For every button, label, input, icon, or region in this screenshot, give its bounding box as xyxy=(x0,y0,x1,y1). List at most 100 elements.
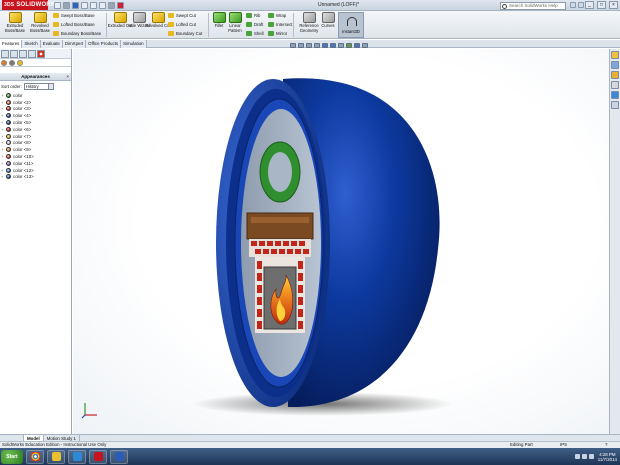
intersect-button[interactable]: Intersect xyxy=(268,21,292,28)
file-explorer-icon[interactable] xyxy=(611,71,619,79)
tab-office-products[interactable]: Office Products xyxy=(86,40,122,48)
appearance-item[interactable]: + color <6> xyxy=(0,126,71,133)
appearance-item[interactable]: + color <13> xyxy=(0,174,71,181)
revolved-boss-button[interactable]: Revolved Boss/Base xyxy=(27,12,53,33)
taskbar-solidworks[interactable] xyxy=(89,449,107,464)
custom-properties-icon[interactable] xyxy=(611,101,619,109)
options-icon[interactable] xyxy=(117,1,124,9)
search-help-input[interactable]: Search SolidWorks Help xyxy=(500,2,566,10)
tab-simulation[interactable]: Simulation xyxy=(121,40,147,48)
coordinate-triad[interactable] xyxy=(81,401,101,419)
taskbar-explorer[interactable] xyxy=(47,449,65,464)
boundary-cut-button[interactable]: Boundary Cut xyxy=(168,30,202,37)
configuration-manager-icon[interactable] xyxy=(19,49,27,58)
graphics-area[interactable] xyxy=(73,49,609,434)
model-scene[interactable] xyxy=(73,49,609,434)
expand-icon[interactable]: + xyxy=(1,134,5,139)
view-settings-icon[interactable] xyxy=(362,43,368,48)
rib-button[interactable]: Rib xyxy=(246,12,260,19)
mirror-button[interactable]: Mirror xyxy=(268,30,287,37)
appearance-item[interactable]: + color <7> xyxy=(0,133,71,140)
edit-appearance-icon[interactable] xyxy=(346,43,352,48)
appearance-item[interactable]: + color <3> xyxy=(0,106,71,113)
appearance-item[interactable]: + color <4> xyxy=(0,112,71,119)
shell-button[interactable]: Shell xyxy=(246,30,264,37)
decals-icon[interactable] xyxy=(9,59,15,66)
display-style-icon[interactable] xyxy=(330,43,336,48)
extruded-boss-button[interactable]: Extruded Boss/Base xyxy=(2,12,28,33)
lofted-boss-button[interactable]: Lofted Boss/Base xyxy=(53,21,95,28)
undo-icon[interactable] xyxy=(90,1,97,9)
appearances-scenes-icon[interactable] xyxy=(611,91,619,99)
expand-icon[interactable]: + xyxy=(1,120,5,125)
hide-show-items-icon[interactable] xyxy=(338,43,344,48)
help-icon[interactable] xyxy=(570,2,576,8)
appearance-item[interactable]: + color <12> xyxy=(0,167,71,174)
display-manager-icon[interactable] xyxy=(37,49,45,58)
design-library-icon[interactable] xyxy=(611,61,619,69)
expand-icon[interactable]: + xyxy=(1,100,5,105)
appearance-item[interactable]: + color xyxy=(0,92,71,99)
feature-tree-icon[interactable] xyxy=(1,49,9,58)
scene-icon[interactable] xyxy=(17,59,23,66)
new-document-icon[interactable] xyxy=(54,1,61,9)
expand-icon[interactable]: + xyxy=(1,140,5,145)
section-view-icon[interactable] xyxy=(314,43,320,48)
wrap-button[interactable]: Wrap xyxy=(268,12,286,19)
tab-dimxpert[interactable]: DimXpert xyxy=(62,40,87,48)
linear-pattern-button[interactable]: Linear Pattern xyxy=(222,12,248,33)
expand-icon[interactable]: + xyxy=(1,168,5,173)
appearances-icon[interactable] xyxy=(1,59,7,66)
select-icon[interactable] xyxy=(99,1,106,9)
open-folder-icon[interactable] xyxy=(63,1,70,9)
volume-icon[interactable] xyxy=(588,454,594,459)
solidworks-resources-icon[interactable] xyxy=(611,51,619,59)
fireplace-mantel[interactable] xyxy=(246,212,314,240)
tab-evaluate[interactable]: Evaluate xyxy=(40,40,63,48)
tray-arrow-icon[interactable] xyxy=(574,454,580,459)
expand-icon[interactable]: + xyxy=(1,174,5,179)
swept-boss-button[interactable]: Swept Boss/Base xyxy=(53,12,95,19)
property-manager-icon[interactable] xyxy=(10,49,18,58)
zoom-to-area-icon[interactable] xyxy=(298,43,304,48)
swept-cut-button[interactable]: Swept Cut xyxy=(168,12,196,19)
help-dropdown-icon[interactable] xyxy=(578,2,584,8)
sort-order-select[interactable]: History xyxy=(23,83,54,90)
zoom-to-fit-icon[interactable] xyxy=(290,43,296,48)
close-button[interactable]: × xyxy=(609,1,618,9)
expand-icon[interactable]: + xyxy=(1,106,5,111)
taskbar-media[interactable] xyxy=(68,449,86,464)
maximize-button[interactable]: □ xyxy=(597,1,606,9)
appearance-item[interactable]: + color <5> xyxy=(0,119,71,126)
close-appearances-icon[interactable]: × xyxy=(66,73,69,81)
taskbar-chrome[interactable] xyxy=(26,449,44,464)
expand-icon[interactable]: + xyxy=(1,154,5,159)
taskbar-word[interactable] xyxy=(110,449,128,464)
draft-button[interactable]: Draft xyxy=(246,21,263,28)
view-orientation-icon[interactable] xyxy=(322,43,328,48)
expand-icon[interactable]: + xyxy=(1,113,5,118)
boundary-boss-button[interactable]: Boundary Boss/Base xyxy=(53,30,101,37)
appearance-item[interactable]: + color <11> xyxy=(0,160,71,167)
appearance-item[interactable]: + color <2> xyxy=(0,99,71,106)
expand-icon[interactable]: + xyxy=(1,147,5,152)
network-icon[interactable] xyxy=(581,454,587,459)
brick-band[interactable] xyxy=(249,239,311,257)
dimxpert-manager-icon[interactable] xyxy=(28,49,36,58)
print-icon[interactable] xyxy=(81,1,88,9)
save-icon[interactable] xyxy=(72,1,79,9)
solidworks-logo[interactable]: 3DS SOLIDWORKS xyxy=(2,0,59,10)
appearance-item[interactable]: + color <8> xyxy=(0,140,71,147)
curves-button[interactable]: Curves xyxy=(318,12,338,29)
clock[interactable]: 4:28 PM 11/7/2014 xyxy=(598,452,617,462)
lofted-cut-button[interactable]: Lofted Cut xyxy=(168,21,196,28)
expand-icon[interactable]: + xyxy=(1,127,5,132)
tab-features[interactable]: Features xyxy=(0,40,23,48)
minimize-button[interactable]: _ xyxy=(585,1,594,9)
instant3d-button[interactable]: Instant3D xyxy=(338,12,364,38)
expand-icon[interactable]: + xyxy=(1,161,5,166)
rebuild-icon[interactable] xyxy=(108,1,115,9)
apply-scene-icon[interactable] xyxy=(354,43,360,48)
expand-icon[interactable]: + xyxy=(1,93,5,98)
appearance-item[interactable]: + color <10> xyxy=(0,153,71,160)
